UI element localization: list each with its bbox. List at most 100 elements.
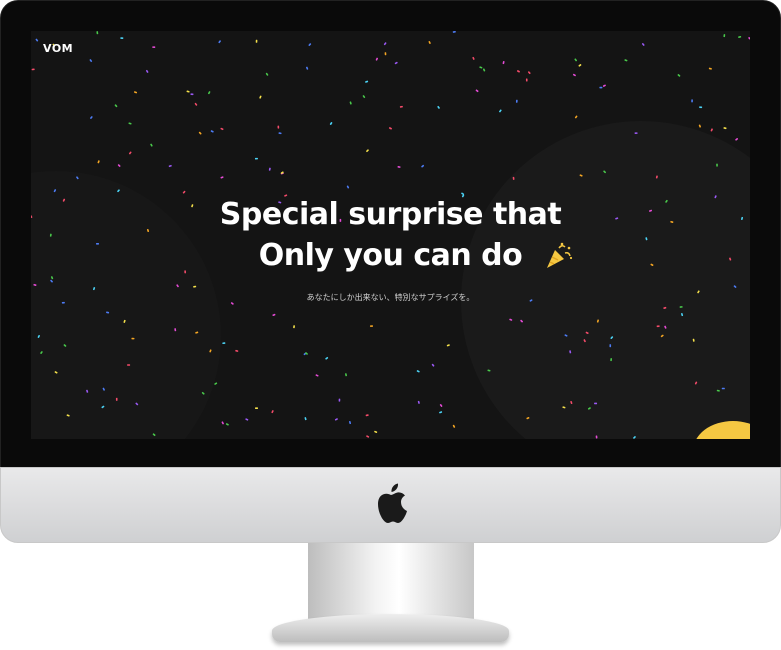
- confetti-piece: [374, 430, 378, 433]
- confetti-piece: [397, 165, 401, 168]
- confetti-piece: [128, 151, 132, 155]
- confetti-piece: [699, 106, 703, 109]
- confetti-piece: [201, 391, 205, 395]
- confetti-piece: [526, 416, 530, 420]
- confetti-piece: [106, 311, 110, 314]
- confetti-piece: [710, 128, 713, 132]
- confetti-piece: [305, 66, 309, 70]
- confetti-piece: [123, 319, 126, 323]
- confetti-piece: [516, 70, 520, 73]
- confetti-piece: [708, 67, 712, 70]
- confetti-piece: [135, 402, 139, 406]
- confetti-piece: [245, 418, 249, 421]
- confetti-piece: [220, 127, 224, 131]
- confetti-piece: [692, 338, 695, 342]
- confetti-piece: [609, 344, 612, 348]
- confetti-piece: [145, 69, 149, 73]
- confetti-piece: [512, 176, 515, 180]
- confetti-piece: [50, 279, 53, 283]
- confetti-piece: [97, 160, 100, 164]
- confetti-piece: [207, 91, 211, 95]
- confetti-piece: [594, 402, 598, 405]
- confetti-piece: [416, 370, 420, 373]
- confetti-piece: [182, 190, 186, 194]
- confetti-piece: [198, 131, 202, 135]
- confetti-piece: [583, 339, 586, 343]
- imac-mockup: VOM Special surprise that Only you can d…: [0, 0, 781, 650]
- confetti-piece: [194, 102, 198, 106]
- confetti-piece: [384, 52, 387, 56]
- confetti-piece: [437, 105, 440, 109]
- confetti-piece: [452, 31, 456, 33]
- confetti-piece: [293, 325, 295, 329]
- confetti-piece: [574, 115, 578, 119]
- confetti-piece: [271, 410, 274, 414]
- confetti-piece: [66, 414, 70, 417]
- confetti-piece: [578, 64, 582, 67]
- confetti-piece: [446, 344, 450, 347]
- confetti-piece: [663, 306, 667, 309]
- confetti-piece: [40, 351, 43, 354]
- hero-headline-line-1: Special surprise that: [219, 197, 562, 232]
- site-logo[interactable]: VOM: [43, 42, 73, 55]
- confetti-piece: [278, 132, 282, 135]
- apple-logo-icon: [378, 483, 407, 523]
- confetti-piece: [120, 37, 124, 39]
- confetti-piece: [89, 59, 93, 63]
- confetti-piece: [585, 331, 589, 334]
- website-screen: VOM Special surprise that Only you can d…: [31, 31, 750, 439]
- confetti-piece: [603, 170, 607, 174]
- confetti-piece: [520, 319, 524, 323]
- confetti-piece: [562, 406, 566, 409]
- confetti-layer: [31, 31, 750, 439]
- confetti-piece: [509, 318, 513, 321]
- confetti-piece: [315, 374, 319, 377]
- hero-headline-line-2: Only you can do: [258, 238, 523, 273]
- confetti-piece: [723, 34, 726, 38]
- hero-subtext: あなたにしか出来ない、特別なサプライズを。: [306, 293, 475, 302]
- confetti-piece: [383, 42, 387, 46]
- confetti-piece: [641, 43, 645, 46]
- confetti-piece: [366, 435, 370, 438]
- confetti-piece: [272, 313, 276, 316]
- confetti-piece: [721, 387, 725, 390]
- confetti-piece: [610, 358, 613, 362]
- confetti-piece: [452, 424, 456, 428]
- confetti-piece: [308, 43, 312, 47]
- confetti-piece: [599, 86, 603, 89]
- confetti-piece: [417, 400, 420, 404]
- confetti-piece: [394, 61, 398, 65]
- confetti-piece: [574, 58, 578, 62]
- confetti-piece: [225, 423, 229, 426]
- confetti-piece: [748, 37, 750, 40]
- confetti-piece: [50, 276, 54, 280]
- confetti-piece: [499, 109, 502, 113]
- confetti-piece: [723, 127, 727, 130]
- confetti-piece: [277, 125, 280, 129]
- confetti-piece: [346, 185, 350, 189]
- confetti-piece: [96, 31, 99, 35]
- confetti-piece: [579, 174, 583, 177]
- confetti-piece: [220, 176, 224, 179]
- confetti-piece: [37, 334, 40, 338]
- confetti-piece: [431, 363, 435, 367]
- confetti-piece: [193, 285, 197, 288]
- confetti-piece: [222, 342, 226, 345]
- confetti-piece: [349, 101, 352, 105]
- confetti-piece: [388, 127, 392, 130]
- confetti-piece: [101, 405, 105, 409]
- party-popper-icon: [547, 242, 573, 268]
- confetti-piece: [334, 418, 338, 421]
- confetti-piece: [255, 407, 258, 409]
- monitor-stand: [308, 543, 474, 623]
- confetti-piece: [117, 189, 120, 193]
- confetti-piece: [527, 71, 531, 75]
- confetti-piece: [255, 39, 258, 43]
- confetti-piece: [525, 78, 528, 82]
- confetti-piece: [195, 331, 199, 334]
- confetti-piece: [89, 116, 93, 119]
- confetti-piece: [76, 176, 79, 180]
- confetti-piece: [235, 349, 239, 352]
- confetti-piece: [679, 306, 683, 308]
- confetti-piece: [114, 104, 118, 108]
